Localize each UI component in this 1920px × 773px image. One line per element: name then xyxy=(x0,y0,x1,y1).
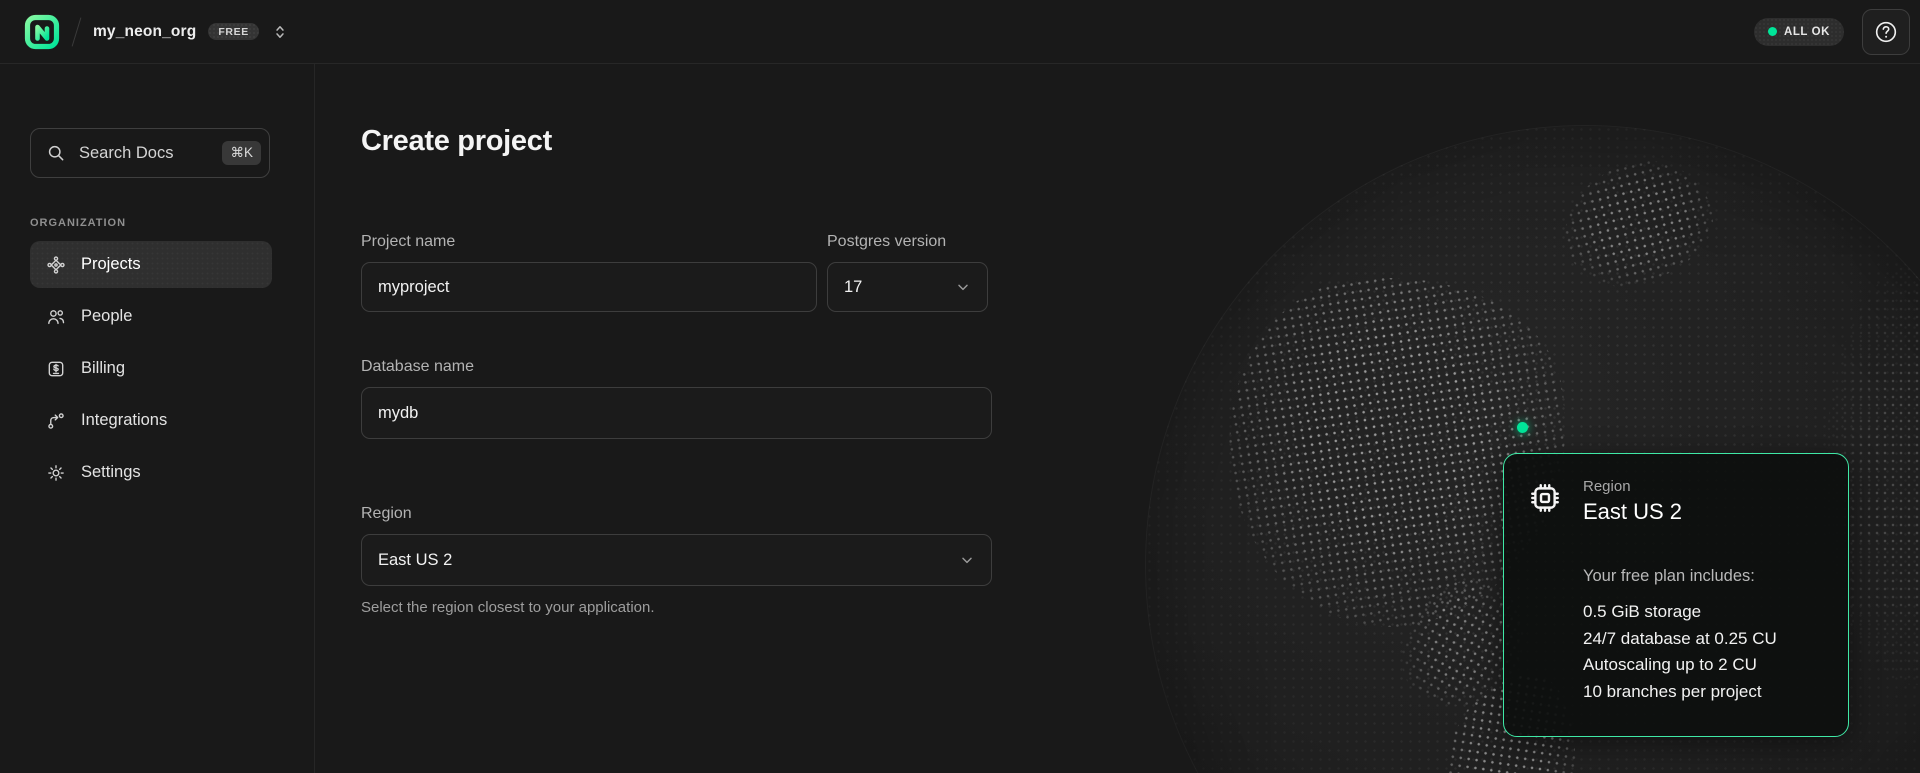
plan-feature: 0.5 GiB storage xyxy=(1583,599,1822,626)
sidebar: Search Docs ⌘K ORGANIZATION Projects xyxy=(0,64,315,773)
database-name-field: Database name xyxy=(361,357,992,439)
region-label: Region xyxy=(361,504,992,524)
status-dot-icon xyxy=(1768,27,1777,36)
database-name-label: Database name xyxy=(361,357,992,377)
plan-feature: Autoscaling up to 2 CU xyxy=(1583,652,1822,679)
help-button[interactable] xyxy=(1862,9,1910,55)
status-pill[interactable]: ALL OK xyxy=(1754,18,1844,46)
region-select[interactable]: East US 2 xyxy=(361,534,992,586)
chevron-down-icon xyxy=(955,279,971,295)
breadcrumb-separator xyxy=(72,17,82,46)
region-card-value: East US 2 xyxy=(1583,499,1682,525)
plan-feature: 24/7 database at 0.25 CU xyxy=(1583,626,1822,653)
neon-logo[interactable] xyxy=(22,12,62,52)
sidebar-item-people[interactable]: People xyxy=(30,293,272,340)
sidebar-item-settings[interactable]: Settings xyxy=(30,449,272,496)
sidebar-item-billing[interactable]: Billing xyxy=(30,345,272,392)
region-info-card: Region East US 2 Your free plan includes… xyxy=(1503,453,1849,737)
page-title: Create project xyxy=(361,124,1920,158)
sidebar-item-label: Billing xyxy=(81,359,125,378)
org-switcher-button[interactable] xyxy=(267,19,293,45)
postgres-version-label: Postgres version xyxy=(827,232,988,252)
app-shell: Search Docs ⌘K ORGANIZATION Projects xyxy=(0,64,1920,773)
chevrons-up-down-icon xyxy=(271,23,289,41)
help-icon xyxy=(1873,19,1899,45)
postgres-version-value: 17 xyxy=(844,278,862,297)
top-bar-right: ALL OK xyxy=(1754,9,1910,55)
sidebar-item-integrations[interactable]: Integrations xyxy=(30,397,272,444)
chip-icon xyxy=(1528,481,1562,515)
settings-icon xyxy=(45,462,67,484)
sidebar-item-label: Projects xyxy=(81,255,141,274)
sidebar-item-label: Integrations xyxy=(81,411,167,430)
projects-icon xyxy=(45,254,67,276)
org-name[interactable]: my_neon_org xyxy=(93,23,196,41)
top-bar: my_neon_org FREE ALL OK xyxy=(0,0,1920,64)
plan-feature: 10 branches per project xyxy=(1583,679,1822,706)
region-field: Region East US 2 Select the region close… xyxy=(361,504,992,616)
region-value: East US 2 xyxy=(378,551,452,570)
integrations-icon xyxy=(45,410,67,432)
region-helper-text: Select the region closest to your applic… xyxy=(361,599,992,616)
project-name-input[interactable] xyxy=(361,262,817,312)
create-project-form: Project name Postgres version 17 Databas… xyxy=(361,232,992,616)
billing-icon xyxy=(45,358,67,380)
project-name-field: Project name xyxy=(361,232,817,312)
postgres-version-field: Postgres version 17 xyxy=(827,232,988,312)
neon-logo-icon xyxy=(23,13,61,51)
sidebar-item-label: Settings xyxy=(81,463,141,482)
plan-intro-text: Your free plan includes: xyxy=(1583,567,1822,586)
sidebar-item-projects[interactable]: Projects xyxy=(30,241,272,288)
plan-badge: FREE xyxy=(208,23,259,41)
region-card-title-block: Region East US 2 xyxy=(1583,478,1682,525)
sidebar-section-label: ORGANIZATION xyxy=(30,217,270,229)
plan-feature-list: 0.5 GiB storage 24/7 database at 0.25 CU… xyxy=(1583,599,1822,705)
sidebar-nav: Projects People xyxy=(30,241,270,496)
search-icon xyxy=(46,143,66,163)
project-name-label: Project name xyxy=(361,232,817,252)
main-content: Create project Project name Postgres ver… xyxy=(315,64,1920,773)
search-shortcut-kbd: ⌘K xyxy=(222,141,261,165)
status-label: ALL OK xyxy=(1784,26,1830,38)
region-card-header: Region East US 2 xyxy=(1528,478,1822,525)
chevron-down-icon xyxy=(959,552,975,568)
search-docs-button[interactable]: Search Docs ⌘K xyxy=(30,128,270,178)
search-label: Search Docs xyxy=(79,144,173,163)
region-card-label: Region xyxy=(1583,478,1682,495)
postgres-version-select[interactable]: 17 xyxy=(827,262,988,312)
region-marker-dot xyxy=(1517,422,1528,433)
people-icon xyxy=(45,306,67,328)
database-name-input[interactable] xyxy=(361,387,992,439)
sidebar-item-label: People xyxy=(81,307,132,326)
